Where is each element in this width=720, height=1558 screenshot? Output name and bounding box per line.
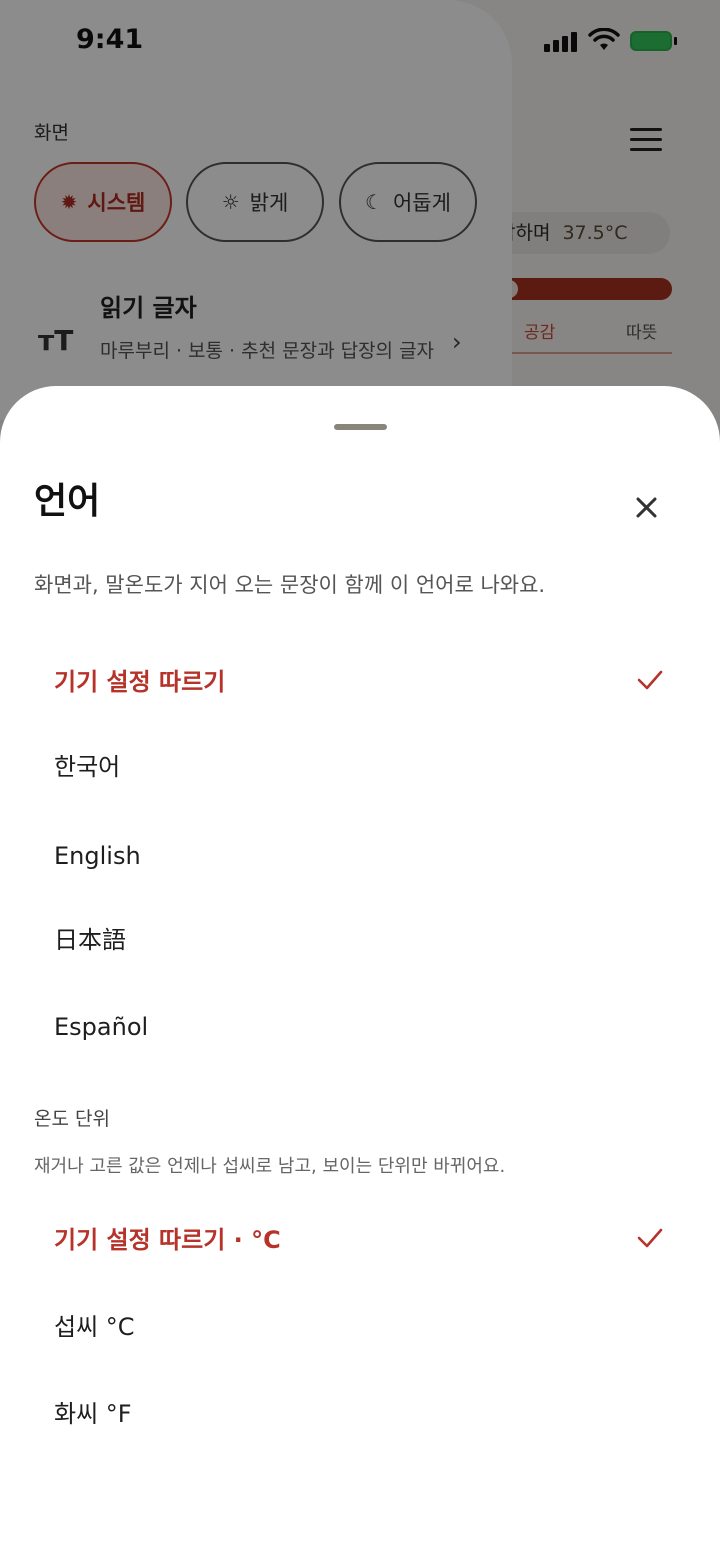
sheet-description: 화면과, 말온도가 지어 오는 문장이 함께 이 언어로 나와요.: [34, 573, 546, 597]
sheet-title: 언어: [34, 481, 101, 522]
option-label: 기기 설정 따르기 · °C: [54, 1226, 281, 1254]
option-label: 기기 설정 따르기: [54, 668, 226, 696]
language-option-english[interactable]: English: [54, 826, 674, 886]
language-sheet: 언어 화면과, 말온도가 지어 오는 문장이 함께 이 언어로 나와요. 기기 …: [0, 386, 720, 1558]
sheet-handle[interactable]: [334, 424, 387, 430]
language-option-japanese[interactable]: 日本語: [54, 910, 674, 970]
option-label: 섭씨 °C: [54, 1313, 135, 1341]
check-icon: [637, 1228, 663, 1248]
language-option-korean[interactable]: 한국어: [54, 737, 674, 797]
temperature-unit-description: 재거나 고른 값은 언제나 섭씨로 남고, 보이는 단위만 바뀌어요.: [34, 1156, 506, 1177]
temperature-unit-title: 온도 단위: [34, 1108, 110, 1130]
unit-option-device[interactable]: 기기 설정 따르기 · °C: [54, 1210, 674, 1270]
option-label: 화씨 °F: [54, 1400, 132, 1428]
option-label: 日本語: [54, 926, 126, 954]
unit-option-celsius[interactable]: 섭씨 °C: [54, 1297, 674, 1357]
option-label: Español: [54, 1013, 149, 1041]
language-option-device[interactable]: 기기 설정 따르기: [54, 652, 674, 712]
unit-option-fahrenheit[interactable]: 화씨 °F: [54, 1384, 674, 1444]
option-label: English: [54, 842, 141, 870]
language-option-spanish[interactable]: Español: [54, 997, 674, 1057]
option-label: 한국어: [54, 753, 121, 781]
check-icon: [637, 670, 663, 690]
close-button[interactable]: [624, 486, 668, 530]
